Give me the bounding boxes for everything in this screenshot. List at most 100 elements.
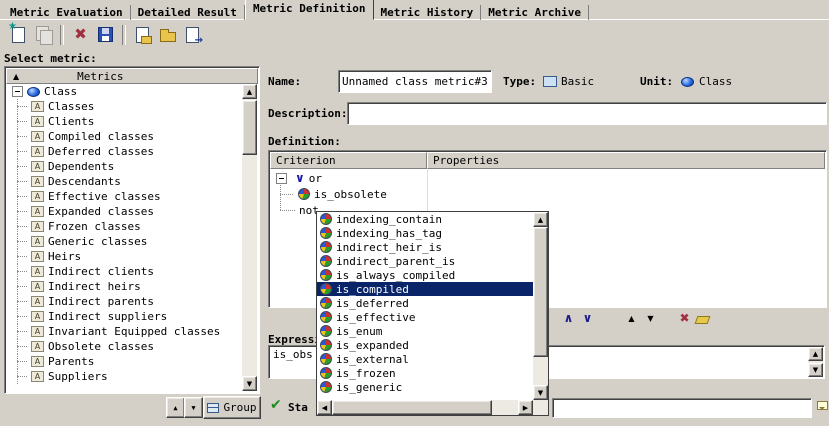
tree-item-label: Indirect suppliers — [48, 310, 167, 323]
scroll-down-icon[interactable]: ▼ — [533, 385, 548, 400]
tree-item[interactable]: Expanded classes — [7, 204, 242, 219]
export-metrics-button[interactable]: → — [180, 23, 205, 47]
scroll-down-icon[interactable]: ▼ — [808, 363, 823, 377]
dropdown-item[interactable]: is_deferred — [317, 296, 533, 310]
dropdown-item[interactable]: indexing_has_tag — [317, 226, 533, 240]
tree-item[interactable]: Invariant Equipped classes — [7, 324, 242, 339]
criterion-icon — [320, 241, 332, 253]
criterion-column-header[interactable]: Criterion — [270, 152, 427, 169]
dropdown-item[interactable]: is_expanded — [317, 338, 533, 352]
metric-icon — [31, 371, 44, 382]
tree-item-label: Expanded classes — [48, 205, 154, 218]
tree-item-label: Clients — [48, 115, 94, 128]
tab-metric-archive[interactable]: Metric Archive — [481, 5, 589, 20]
tree-item[interactable]: Classes — [7, 99, 242, 114]
scroll-right-icon[interactable]: ▶ — [518, 400, 533, 415]
copy-metric-button[interactable] — [31, 23, 56, 47]
tree-item[interactable]: Generic classes — [7, 234, 242, 249]
dropdown-vertical-scrollbar[interactable]: ▲ ▼ — [533, 212, 548, 400]
tree-item-label: Frozen classes — [48, 220, 141, 233]
tree-scrollbar[interactable]: ▲ ▼ — [242, 84, 257, 391]
tree-item[interactable]: Frozen classes — [7, 219, 242, 234]
dropdown-item[interactable]: indirect_heir_is — [317, 240, 533, 254]
dropdown-item-label: is_frozen — [336, 367, 396, 380]
dropdown-item[interactable]: is_external — [317, 352, 533, 366]
metrics-column-header[interactable]: ▲ Metrics — [6, 68, 258, 84]
or-operator-icon: ∨ — [295, 171, 305, 185]
tree-item[interactable]: Effective classes — [7, 189, 242, 204]
metric-tool-window: Metric Evaluation Detailed Result Metric… — [0, 0, 829, 426]
tree-item[interactable]: Indirect heirs — [7, 279, 242, 294]
expand-collapse-icon[interactable] — [12, 86, 23, 97]
metric-icon — [31, 221, 44, 232]
scroll-left-icon[interactable]: ◀ — [317, 400, 332, 415]
properties-column-header[interactable]: Properties — [427, 152, 825, 169]
tree-item[interactable]: Suppliers — [7, 369, 242, 384]
select-metric-label: Select metric: — [4, 52, 97, 65]
delete-criterion-button[interactable]: ✖ — [676, 310, 693, 326]
tree-item[interactable]: Heirs — [7, 249, 242, 264]
scrollbar-thumb[interactable] — [533, 227, 548, 357]
scroll-down-icon[interactable]: ▼ — [242, 376, 257, 391]
dropdown-item[interactable]: indexing_contain — [317, 212, 533, 226]
delete-metric-button[interactable]: ✖ — [68, 23, 93, 47]
description-input[interactable] — [347, 102, 827, 125]
expression-scrollbar[interactable]: ▲ ▼ — [808, 347, 823, 377]
metric-icon — [31, 206, 44, 217]
move-metric-down-button[interactable]: ▼ — [184, 397, 203, 418]
status-detail-input[interactable] — [552, 398, 812, 418]
toolbar-separator — [60, 25, 64, 45]
tree-item[interactable]: Dependents — [7, 159, 242, 174]
criterion-row-or[interactable]: ∨ or — [271, 170, 824, 186]
tree-item[interactable]: Parents — [7, 354, 242, 369]
name-input[interactable] — [338, 70, 492, 93]
tab-metric-evaluation[interactable]: Metric Evaluation — [3, 5, 131, 20]
dropdown-horizontal-scrollbar[interactable]: ◀ ▶ — [317, 400, 548, 415]
or-operator-button[interactable]: ∨ — [579, 310, 596, 326]
move-criterion-down-button[interactable]: ▼ — [642, 310, 659, 326]
open-metric-file-button[interactable] — [155, 23, 180, 47]
clear-definition-button[interactable] — [694, 312, 711, 328]
expand-collapse-icon[interactable] — [276, 173, 287, 184]
import-metrics-button[interactable] — [130, 23, 155, 47]
criterion-row-is-obsolete[interactable]: is_obsolete — [271, 186, 824, 202]
dropdown-item[interactable]: is_always_compiled — [317, 268, 533, 282]
move-criterion-up-button[interactable]: ▲ — [623, 310, 640, 326]
tree-item[interactable]: Deferred classes — [7, 144, 242, 159]
metric-icon — [31, 236, 44, 247]
scroll-up-icon[interactable]: ▲ — [533, 212, 548, 227]
save-metric-button[interactable] — [93, 23, 118, 47]
and-operator-button[interactable]: ∧ — [560, 310, 577, 326]
scroll-up-icon[interactable]: ▲ — [808, 347, 823, 361]
group-toggle-button[interactable]: Group — [203, 396, 261, 419]
criterion-icon — [320, 381, 332, 393]
dropdown-item[interactable]: is_generic — [317, 380, 533, 394]
dropdown-item[interactable]: is_enum — [317, 324, 533, 338]
tree-item[interactable]: Indirect clients — [7, 264, 242, 279]
tree-item[interactable]: Clients — [7, 114, 242, 129]
criterion-icon — [320, 255, 332, 267]
metric-icon — [31, 101, 44, 112]
tab-bar: Metric Evaluation Detailed Result Metric… — [0, 0, 829, 20]
dropdown-item[interactable]: is_effective — [317, 310, 533, 324]
tree-item[interactable]: Obsolete classes — [7, 339, 242, 354]
tab-detailed-result[interactable]: Detailed Result — [131, 5, 245, 20]
scrollbar-thumb[interactable] — [242, 100, 257, 155]
metric-icon — [31, 191, 44, 202]
scroll-up-icon[interactable]: ▲ — [242, 84, 257, 99]
tab-metric-definition[interactable]: Metric Definition — [245, 0, 374, 20]
new-metric-button[interactable]: ★ — [6, 23, 31, 47]
dropdown-item[interactable]: indirect_parent_is — [317, 254, 533, 268]
dropdown-item[interactable]: is_compiled — [317, 282, 533, 296]
scrollbar-thumb[interactable] — [332, 400, 492, 415]
tree-item[interactable]: Indirect suppliers — [7, 309, 242, 324]
dropdown-item[interactable]: is_frozen — [317, 366, 533, 380]
tree-item-class[interactable]: Class — [7, 84, 242, 99]
move-metric-up-button[interactable]: ▲ — [166, 397, 185, 418]
tree-item[interactable]: Compiled classes — [7, 129, 242, 144]
tree-item[interactable]: Descendants — [7, 174, 242, 189]
or-operator-icon: ∨ — [583, 311, 593, 325]
tab-metric-history[interactable]: Metric History — [374, 5, 482, 20]
comment-icon[interactable] — [817, 401, 828, 410]
tree-item[interactable]: Indirect parents — [7, 294, 242, 309]
